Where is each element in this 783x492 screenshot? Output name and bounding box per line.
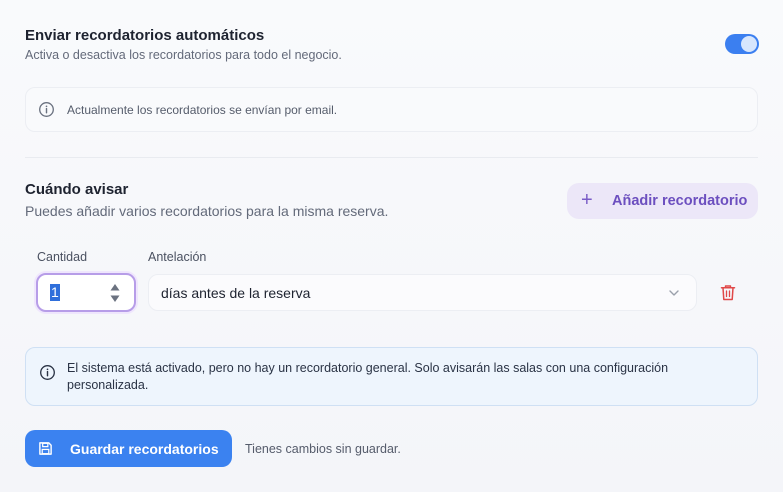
info-icon <box>39 102 54 117</box>
notice-text: El sistema está activado, pero no hay un… <box>67 361 669 392</box>
channel-info-box: Actualmente los recordatorios se envían … <box>25 87 758 132</box>
trash-icon[interactable] <box>720 284 736 301</box>
spinner-icon[interactable] <box>110 283 120 303</box>
when-subtitle: Puedes añadir varios recordatorios para … <box>25 203 389 219</box>
divider <box>25 157 758 158</box>
save-icon <box>39 442 52 455</box>
quantity-label: Cantidad <box>37 250 88 264</box>
auto-reminders-title: Enviar recordatorios automáticos <box>25 27 265 44</box>
when-title: Cuándo avisar <box>25 181 129 198</box>
save-reminders-label: Guardar recordatorios <box>70 441 219 457</box>
add-reminder-label: Añadir recordatorio <box>612 193 748 209</box>
auto-reminders-toggle[interactable] <box>725 34 759 54</box>
advance-value: días antes de la reserva <box>161 285 311 301</box>
unsaved-changes-status: Tienes cambios sin guardar. <box>245 442 401 456</box>
info-icon <box>40 365 55 380</box>
reminders-panel: Enviar recordatorios automáticos Activa … <box>0 0 783 492</box>
no-general-reminder-notice: El sistema está activado, pero no hay un… <box>25 347 758 406</box>
advance-select[interactable]: días antes de la reserva <box>148 274 697 311</box>
save-reminders-button[interactable]: Guardar recordatorios <box>25 430 232 467</box>
quantity-stepper[interactable]: 1 <box>36 273 136 312</box>
auto-reminders-subtitle: Activa o desactiva los recordatorios par… <box>25 48 342 62</box>
quantity-value: 1 <box>50 284 60 301</box>
channel-info-text: Actualmente los recordatorios se envían … <box>67 102 338 117</box>
chevron-down-icon <box>669 290 679 296</box>
toggle-knob <box>741 36 757 52</box>
plus-icon: + <box>581 189 593 211</box>
add-reminder-button[interactable]: + Añadir recordatorio <box>567 183 758 219</box>
advance-label: Antelación <box>148 250 207 264</box>
